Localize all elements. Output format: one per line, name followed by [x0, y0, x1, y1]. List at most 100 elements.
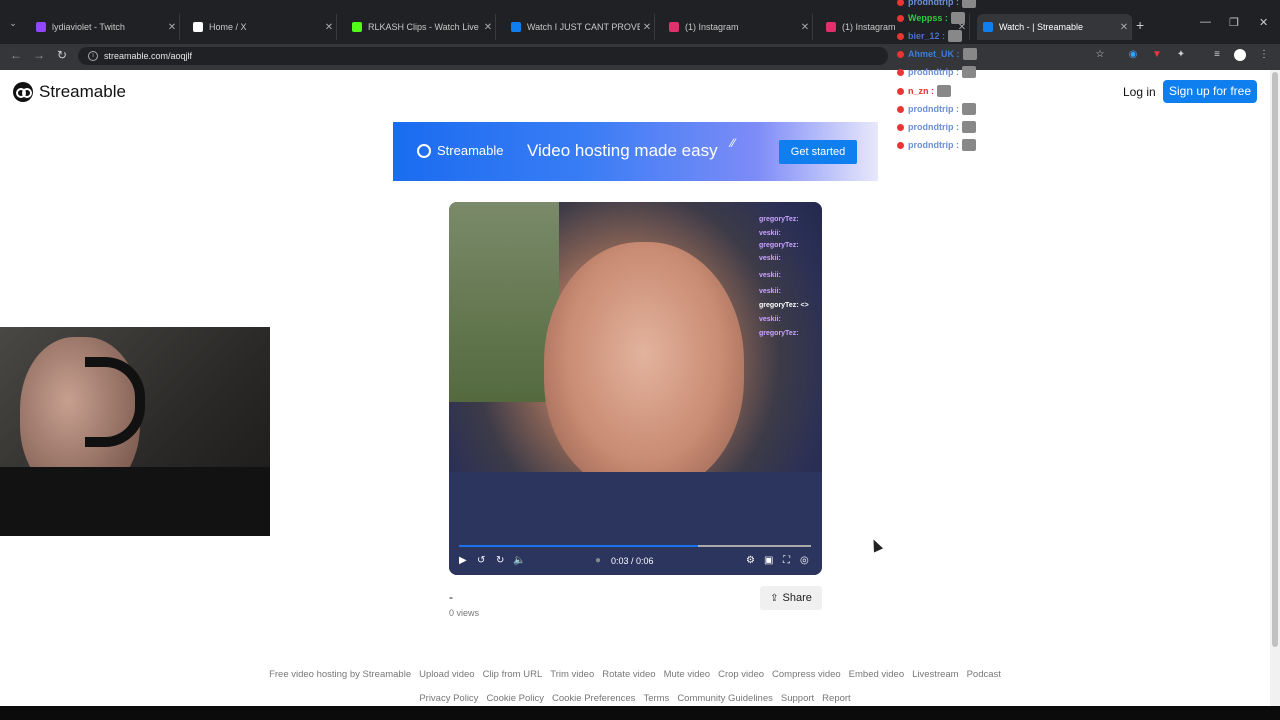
footer-link[interactable]: Report: [822, 693, 851, 704]
footer-link[interactable]: Support: [781, 693, 814, 704]
bookmark-star-icon[interactable]: ☆: [1094, 49, 1106, 61]
view-count: 0 views: [449, 608, 480, 618]
chat-username: prodndtrip :: [908, 140, 959, 150]
browser-tab[interactable]: Home / X ✕: [187, 14, 337, 40]
browser-tab[interactable]: Watch I JUST CANT PROVE IT | S✕: [505, 14, 655, 40]
footer-link[interactable]: Embed video: [849, 669, 904, 680]
promo-banner[interactable]: Streamable Video hosting made easy ⁄⁄ Ge…: [393, 122, 878, 181]
footer-link[interactable]: Upload video: [419, 669, 474, 680]
stream-chat-line: prodndtrip :: [897, 139, 976, 151]
get-started-button[interactable]: Get started: [779, 140, 857, 164]
video-chat-line: veskii:: [759, 272, 781, 279]
taskbar-strip: [0, 706, 1280, 720]
login-link[interactable]: Log in: [1123, 85, 1156, 99]
banner-brand: Streamable: [437, 143, 504, 158]
tab-favicon-icon: [669, 22, 679, 32]
volume-icon[interactable]: 🔈: [513, 554, 525, 568]
footer-link[interactable]: Crop video: [718, 669, 764, 680]
close-tab-icon[interactable]: ✕: [165, 22, 179, 33]
chat-username: Ahmet_UK :: [908, 49, 960, 59]
footer-link[interactable]: Compress video: [772, 669, 841, 680]
close-tab-icon[interactable]: ✕: [798, 22, 812, 33]
signup-button[interactable]: Sign up for free: [1163, 80, 1257, 103]
chat-badge-icon: [897, 0, 904, 6]
browser-tab[interactable]: RLKASH Clips - Watch Live on K✕: [346, 14, 496, 40]
stream-chat-line: prodndtrip :: [897, 0, 976, 8]
footer-link[interactable]: Cookie Policy: [486, 693, 544, 704]
streamable-watermark-icon[interactable]: ◎: [800, 554, 809, 568]
chat-badge-icon: [897, 123, 904, 131]
page-scrollbar[interactable]: [1270, 70, 1280, 706]
close-tab-icon[interactable]: ✕: [322, 22, 336, 33]
extension-icon[interactable]: ▼: [1151, 49, 1163, 61]
browser-tab[interactable]: (1) Instagram ✕: [663, 14, 813, 40]
media-control-icon[interactable]: ≡: [1211, 49, 1223, 61]
share-button[interactable]: ⇪ Share: [760, 586, 822, 610]
footer-link[interactable]: Cookie Preferences: [552, 693, 635, 704]
tab-favicon-icon: [826, 22, 836, 32]
forward-skip-icon[interactable]: ↻: [496, 554, 504, 568]
profile-avatar[interactable]: [1234, 49, 1246, 61]
fullscreen-icon[interactable]: ⛶: [783, 554, 790, 568]
extension-icon[interactable]: ◉: [1127, 49, 1139, 61]
extensions-puzzle-icon[interactable]: ✦: [1175, 49, 1187, 61]
footer-link[interactable]: Livestream: [912, 669, 958, 680]
loading-icon: ●: [595, 555, 602, 566]
minimize-icon[interactable]: —: [1200, 16, 1211, 28]
tab-favicon-icon: [193, 22, 203, 32]
seek-bar[interactable]: [459, 545, 811, 547]
reload-icon[interactable]: ↻: [57, 48, 67, 62]
sparkle-icon: ⁄⁄: [731, 136, 736, 150]
brand-name: Streamable: [39, 82, 126, 101]
close-window-icon[interactable]: ✕: [1259, 16, 1268, 29]
chat-username: prodndtrip :: [908, 104, 959, 114]
settings-gear-icon[interactable]: ⚙: [746, 554, 755, 568]
back-icon[interactable]: ←: [10, 48, 22, 62]
picture-in-picture-icon[interactable]: ▣: [764, 554, 773, 568]
footer-link[interactable]: Trim video: [550, 669, 594, 680]
banner-tagline: Video hosting made easy: [527, 141, 718, 160]
footer-link[interactable]: Terms: [643, 693, 669, 704]
banner-logo: Streamable: [417, 143, 503, 158]
tab-favicon-icon: [983, 22, 993, 32]
stream-chat-line: n_zn :: [897, 85, 951, 97]
video-player[interactable]: gregoryTez: veskii: gregoryTez: veskii: vesk…: [449, 202, 822, 575]
chat-badge-icon: [897, 141, 904, 149]
footer-link[interactable]: Community Guidelines: [677, 693, 773, 704]
video-frame-subject: [544, 242, 744, 492]
footer-link[interactable]: Rotate video: [602, 669, 655, 680]
close-tab-icon[interactable]: ✕: [1117, 22, 1131, 33]
browser-menu-icon[interactable]: ⋮: [1258, 49, 1270, 61]
video-title: -: [449, 590, 453, 604]
restore-icon[interactable]: ❐: [1229, 16, 1239, 29]
footer-link[interactable]: Podcast: [967, 669, 1001, 680]
site-info-icon[interactable]: i: [88, 51, 98, 61]
footer-link[interactable]: Free video hosting by Streamable: [269, 669, 411, 680]
tab-search-icon[interactable]: ⌄: [6, 18, 20, 32]
play-icon[interactable]: ▶: [459, 554, 467, 568]
footer-links-secondary: Privacy Policy Cookie Policy Cookie Prefer…: [0, 693, 1270, 704]
chat-username: prodndtrip :: [908, 67, 959, 77]
scrollbar-thumb[interactable]: [1272, 72, 1278, 647]
browser-tab[interactable]: Watch - | Streamable ✕: [977, 14, 1132, 40]
new-tab-icon[interactable]: +: [1136, 17, 1144, 33]
stream-chat-line: bier_12 :: [897, 30, 963, 42]
chat-badge-icon: [897, 105, 904, 113]
chat-emote-icon: [962, 0, 976, 8]
chat-username: Weppss :: [908, 13, 948, 23]
video-frame-background: [449, 202, 559, 402]
rewind-icon[interactable]: ↺: [477, 554, 485, 568]
tab-title: lydiaviolet - Twitch: [52, 22, 125, 32]
footer-link[interactable]: Mute video: [664, 669, 710, 680]
forward-icon[interactable]: →: [33, 48, 45, 62]
browser-tab[interactable]: lydiaviolet - Twitch ✕: [30, 14, 180, 40]
share-label: Share: [782, 592, 812, 604]
close-tab-icon[interactable]: ✕: [640, 22, 654, 33]
streamable-logo[interactable]: Streamable: [13, 82, 126, 102]
address-bar[interactable]: i streamable.com/aoqjlf: [78, 47, 888, 65]
footer-link[interactable]: Privacy Policy: [419, 693, 478, 704]
close-tab-icon[interactable]: ✕: [481, 22, 495, 33]
chat-username: bier_12 :: [908, 31, 946, 41]
footer-link[interactable]: Clip from URL: [483, 669, 543, 680]
chat-emote-icon: [962, 103, 976, 115]
